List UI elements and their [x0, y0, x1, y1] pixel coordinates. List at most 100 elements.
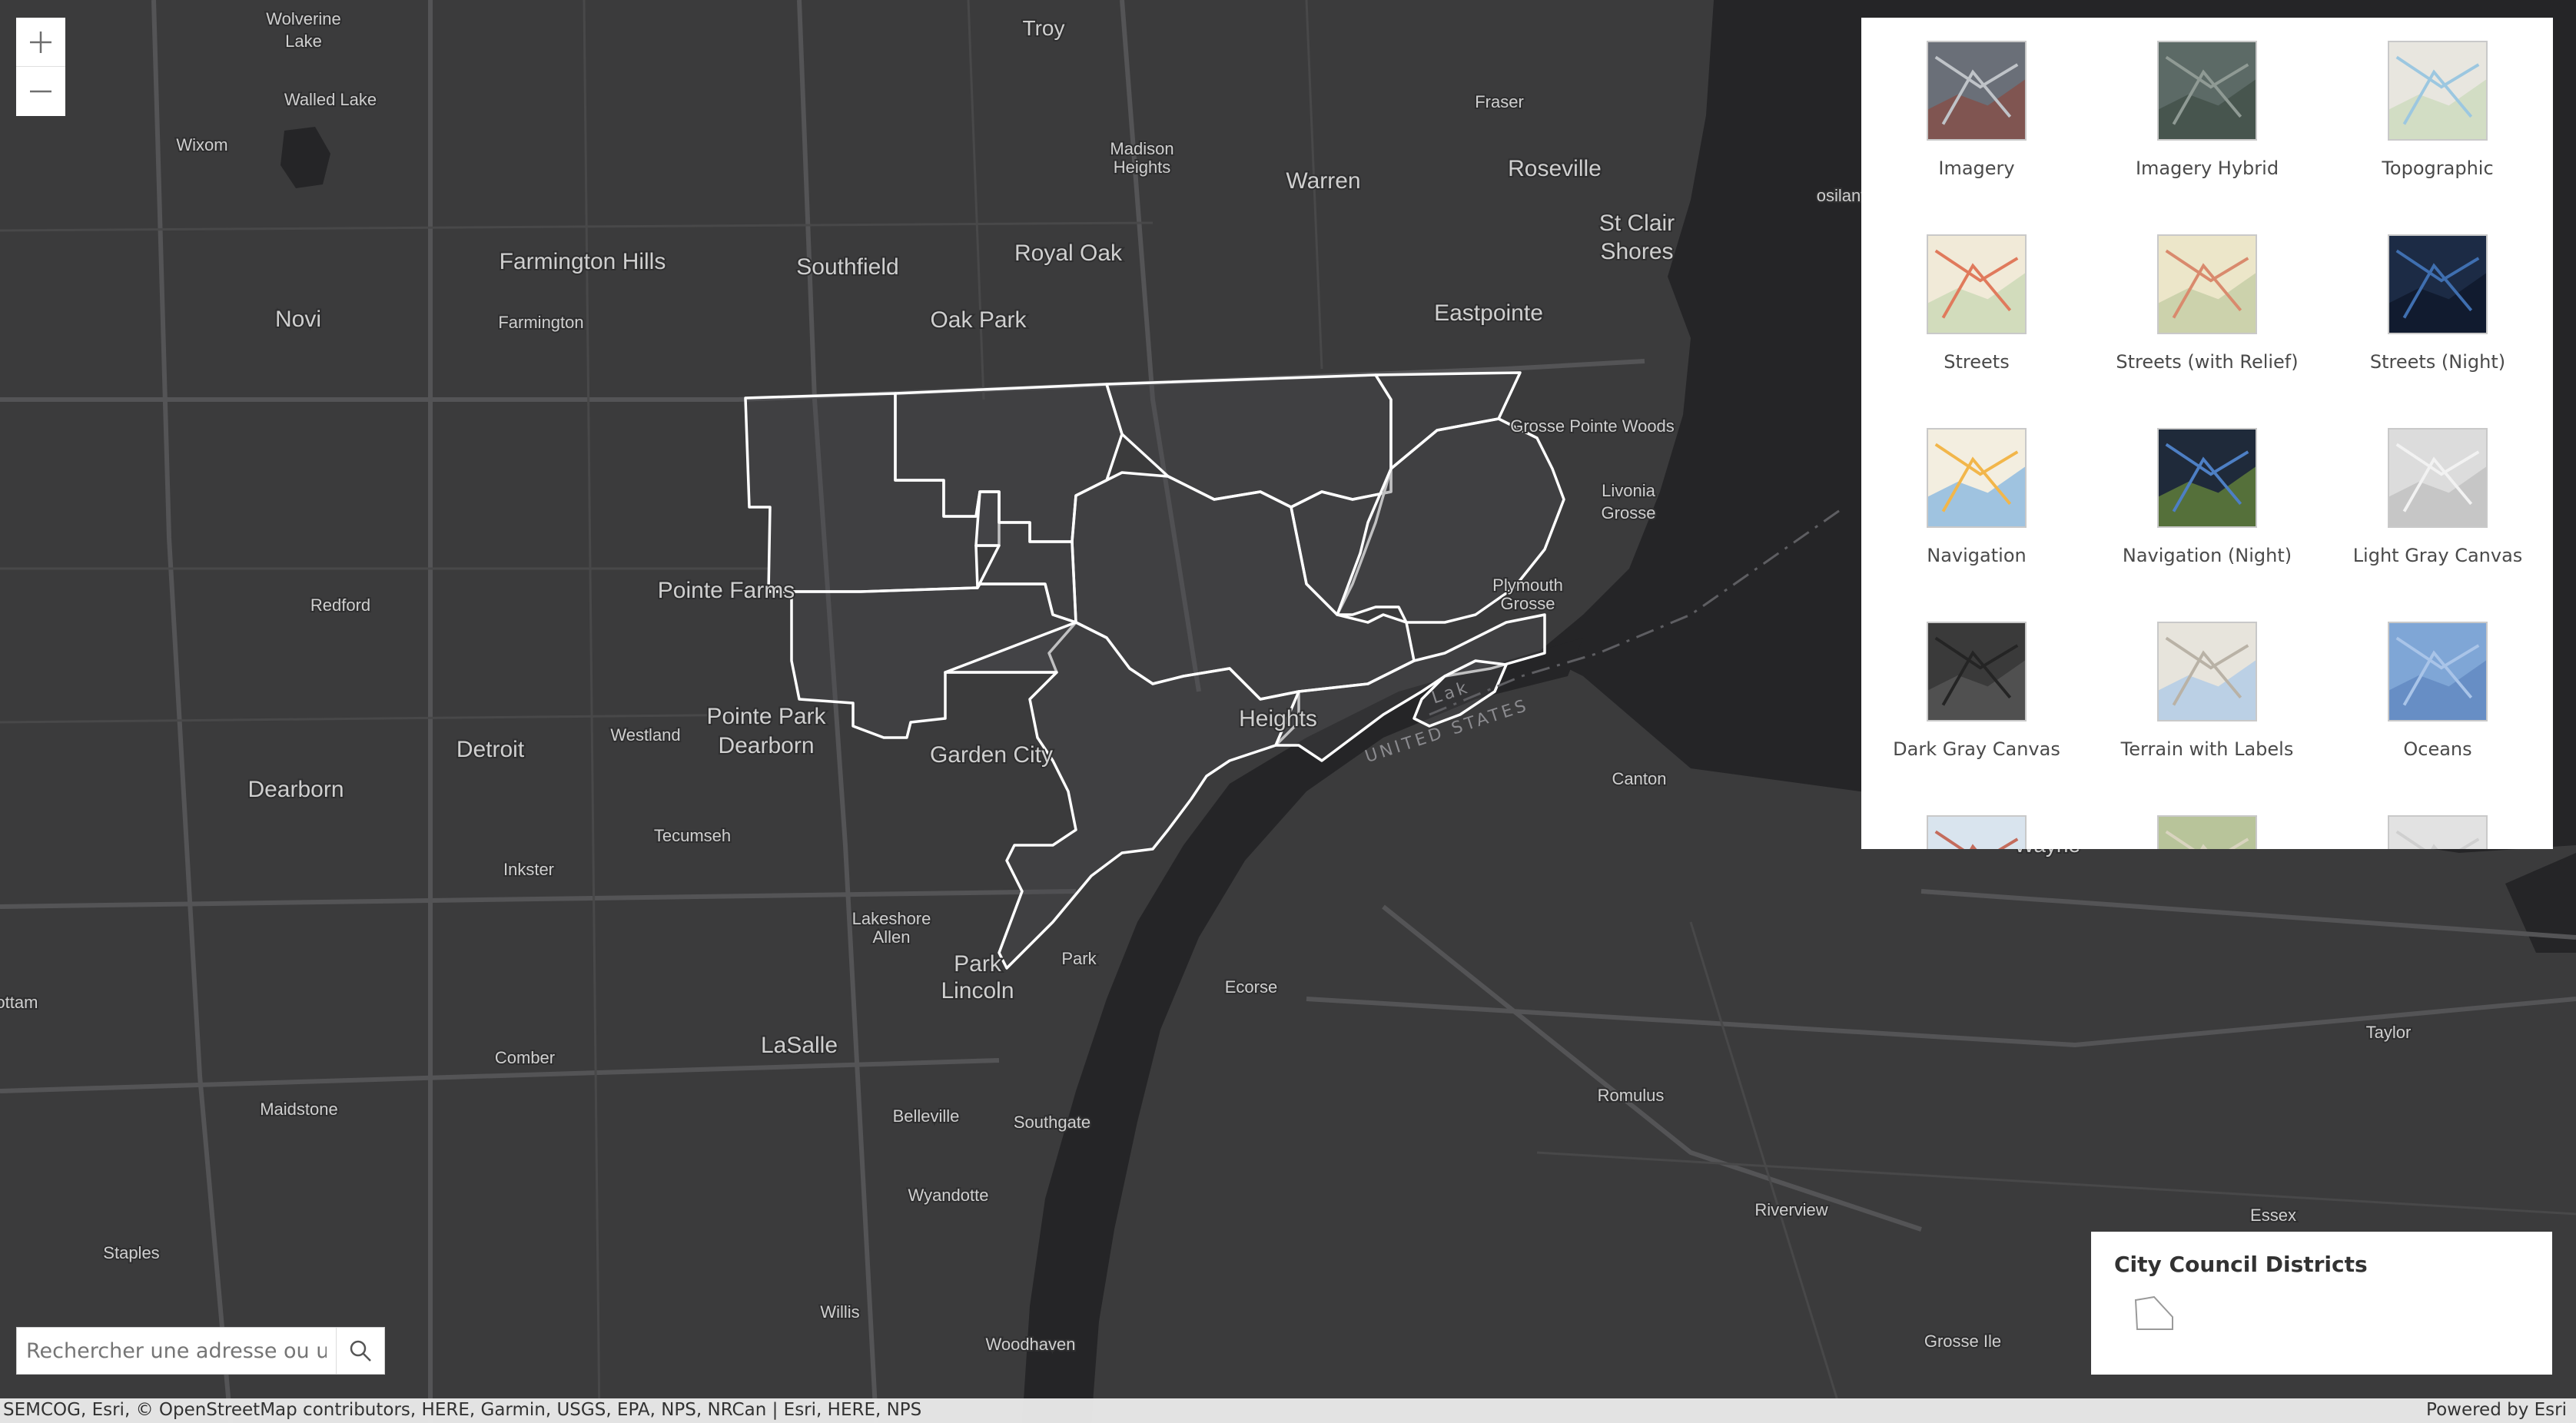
place-label: Garden City	[930, 742, 1053, 768]
place-label: Taylor	[2366, 1023, 2412, 1042]
place-label: Royal Oak	[1014, 240, 1123, 266]
place-label: Shores	[1600, 239, 1673, 264]
place-label: Farmington	[498, 313, 583, 332]
basemap-label: Dark Gray Canvas	[1893, 738, 2060, 760]
attribution-bar: SEMCOG, Esri, © OpenStreetMap contributo…	[0, 1398, 2576, 1423]
basemap-label: Streets (with Relief)	[2116, 351, 2299, 373]
place-label: Heights	[1239, 706, 1317, 731]
basemap-label: Imagery	[1938, 158, 2015, 179]
place-label: Riverview	[1754, 1200, 1827, 1219]
place-label: Canton	[1612, 769, 1667, 788]
place-label: Fraser	[1475, 92, 1524, 111]
attribution-text: SEMCOG, Esri, © OpenStreetMap contributo…	[3, 1400, 922, 1420]
basemap-item[interactable]	[2322, 815, 2553, 849]
basemap-item[interactable]	[1861, 815, 2092, 849]
place-label: Walled Lake	[284, 90, 377, 109]
place-label: Wyandotte	[908, 1186, 989, 1205]
basemap-item[interactable]: Imagery	[1861, 41, 2092, 234]
place-label: Allen	[873, 927, 911, 947]
basemap-label: Streets (Night)	[2369, 351, 2506, 373]
place-label: Maidstone	[260, 1100, 338, 1119]
basemap-label: Streets	[1944, 351, 2010, 373]
basemap-item[interactable]: Dark Gray Canvas	[1861, 622, 2092, 815]
place-label: Willis	[820, 1302, 859, 1322]
search-icon	[350, 1340, 371, 1362]
basemap-label: Navigation	[1927, 545, 2027, 566]
place-label: Heights	[1114, 158, 1171, 177]
dark-gray-thumbnail	[1927, 622, 2027, 721]
basemap-item[interactable]: Oceans	[2322, 622, 2553, 815]
place-label: Dearborn	[247, 777, 344, 802]
basemap-item[interactable]: Navigation (Night)	[2092, 428, 2322, 622]
place-label: Grosse Ile	[1924, 1332, 2001, 1351]
place-label: Park	[954, 951, 1002, 977]
place-label: Roseville	[1508, 156, 1602, 181]
navigation-night-thumbnail	[2157, 428, 2257, 528]
topographic-thumbnail	[2388, 41, 2488, 141]
navigation-thumbnail	[1927, 428, 2027, 528]
place-label: Staples	[103, 1243, 159, 1262]
place-label: St Clair	[1599, 211, 1675, 236]
search-button[interactable]	[336, 1328, 384, 1374]
basemap-thumbnail-13	[1927, 815, 2027, 849]
place-label: Lakeshore	[852, 909, 931, 928]
place-label: Grosse	[1602, 503, 1656, 522]
place-label: Tecumseh	[654, 826, 731, 845]
basemap-item[interactable]: Navigation	[1861, 428, 2092, 622]
basemap-item[interactable]: Streets	[1861, 234, 2092, 428]
basemap-label: Navigation (Night)	[2122, 545, 2292, 566]
place-label: LaSalle	[761, 1033, 838, 1058]
place-label: Redford	[310, 595, 370, 615]
basemap-item[interactable]: Imagery Hybrid	[2092, 41, 2322, 234]
place-label: Lake	[285, 32, 322, 51]
polygon-swatch-icon	[2134, 1295, 2173, 1330]
place-label: Wixom	[176, 135, 227, 154]
place-label: Eastpointe	[1434, 300, 1543, 326]
basemap-item[interactable]: Streets (Night)	[2322, 234, 2553, 428]
light-gray-thumbnail	[2388, 428, 2488, 528]
basemap-thumbnail-15	[2388, 815, 2488, 849]
place-label: Livonia	[1602, 481, 1655, 500]
basemap-label: Light Gray Canvas	[2352, 545, 2523, 566]
place-label: Cottam	[0, 993, 38, 1012]
place-label: Troy	[1023, 16, 1065, 40]
basemap-thumbnail-14	[2157, 815, 2257, 849]
streets-thumbnail	[1927, 234, 2027, 334]
place-label: Park	[1061, 949, 1097, 968]
basemap-label: Topographic	[2382, 158, 2494, 179]
basemap-item[interactable]: Topographic	[2322, 41, 2553, 234]
basemap-item[interactable]: Light Gray Canvas	[2322, 428, 2553, 622]
basemap-grid: Imagery Imagery Hybrid Topographic Streets S…	[1861, 18, 2553, 849]
basemap-label: Imagery Hybrid	[2135, 158, 2279, 179]
search-input[interactable]	[17, 1328, 336, 1374]
terrain-thumbnail	[2157, 622, 2257, 721]
basemap-item[interactable]: Terrain with Labels	[2092, 622, 2322, 815]
plus-icon	[30, 31, 51, 53]
place-label: Plymouth	[1492, 576, 1563, 595]
place-label: Detroit	[456, 737, 525, 762]
place-label: Madison	[1110, 139, 1173, 158]
basemap-gallery[interactable]: Imagery Imagery Hybrid Topographic Streets S…	[1861, 18, 2553, 849]
place-label: Inkster	[503, 860, 554, 879]
place-label: Westland	[610, 725, 680, 745]
place-label: Farmington Hills	[500, 249, 666, 274]
zoom-out-button[interactable]	[16, 67, 65, 116]
basemap-label: Terrain with Labels	[2120, 738, 2294, 760]
place-label: Grosse Pointe Woods	[1510, 416, 1675, 436]
zoom-in-button[interactable]	[16, 18, 65, 67]
place-label: Pointe Park	[706, 704, 826, 729]
powered-by-esri[interactable]: Powered by Esri	[2426, 1400, 2567, 1420]
place-label: Ecorse	[1225, 977, 1277, 997]
place-label: Wolverine	[266, 9, 340, 28]
place-label: Dearborn	[718, 733, 814, 758]
basemap-item[interactable]	[2092, 815, 2322, 849]
place-label: Grosse	[1501, 594, 1555, 613]
place-label: Romulus	[1598, 1086, 1665, 1105]
legend-title: City Council Districts	[2114, 1252, 2368, 1277]
oceans-thumbnail	[2388, 622, 2488, 721]
basemap-item[interactable]: Streets (with Relief)	[2092, 234, 2322, 428]
place-label: Lincoln	[941, 978, 1014, 1003]
place-label: Belleville	[893, 1106, 960, 1126]
place-label: Oak Park	[930, 307, 1027, 333]
search-widget[interactable]	[16, 1327, 385, 1375]
